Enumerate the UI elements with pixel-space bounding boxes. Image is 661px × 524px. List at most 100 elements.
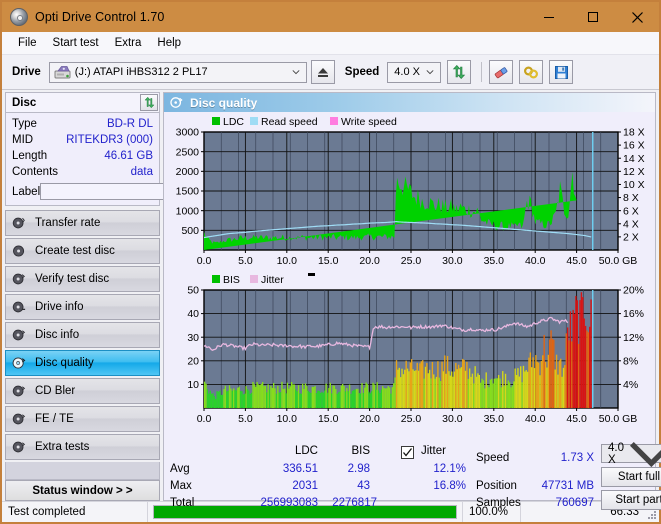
drive-info-icon — [12, 300, 26, 314]
sidebar-item-drive-info[interactable]: Drive info — [5, 294, 160, 320]
disc-type-value: BD-R DL — [106, 118, 153, 130]
svg-text:30.0: 30.0 — [442, 413, 463, 425]
sidebar-item-create-test-disc[interactable]: Create test disc — [5, 238, 160, 264]
disc-refresh-button[interactable] — [140, 94, 158, 111]
window-controls — [527, 2, 659, 32]
speed-select[interactable]: 4.0 X — [387, 61, 442, 83]
stats-row-total: Total — [170, 497, 195, 509]
svg-text:2500: 2500 — [176, 146, 200, 158]
svg-text:BIS: BIS — [223, 274, 240, 286]
disc-info-rows: Type BD-R DL MID RITEKDR3 (000) Length 4… — [6, 113, 212, 205]
disc-row-type: Type BD-R DL — [12, 116, 153, 132]
sidebar-item-transfer-rate[interactable]: Transfer rate — [5, 210, 160, 236]
svg-text:45.0: 45.0 — [566, 255, 587, 267]
stats-col-ldc: LDC — [294, 445, 318, 457]
sidebar-nav: Transfer rate Create test disc Verify te… — [5, 210, 160, 462]
toolbar: Drive (J:) ATAPI iHBS312 2 PL17 Speed 4.… — [2, 55, 659, 90]
drive-label: Drive — [12, 66, 41, 78]
samples-stat-value: 760697 — [555, 497, 594, 509]
jitter-checkbox[interactable] — [401, 446, 414, 459]
disc-row-length: Length 46.61 GB — [12, 148, 153, 164]
start-part-button[interactable]: Start part — [601, 490, 661, 510]
test-speed-select[interactable]: 4.0 X — [601, 442, 661, 468]
page-title: Disc quality — [190, 95, 258, 110]
sidebar-spacer — [5, 462, 160, 480]
svg-text:10: 10 — [187, 379, 199, 391]
menu-start-test[interactable]: Start test — [45, 35, 107, 51]
sidebar: Disc Type BD-R DL MID RITEKDR3 (000) Len… — [5, 92, 212, 501]
disc-panel-title: Disc — [12, 96, 37, 109]
close-icon[interactable] — [615, 2, 659, 32]
stats-jitter-avg: 12.1% — [433, 463, 466, 475]
stats-bis-total: 2276817 — [332, 497, 377, 509]
svg-text:2 X: 2 X — [623, 231, 639, 243]
svg-text:500: 500 — [181, 225, 199, 237]
svg-text:Write speed: Write speed — [341, 116, 397, 128]
sidebar-item-verify-test-disc[interactable]: Verify test disc — [5, 266, 160, 292]
menu-extra[interactable]: Extra — [107, 35, 150, 51]
erase-button[interactable] — [489, 60, 514, 84]
main-panel: Disc quality LDC Read speed Write speed 500… — [163, 92, 661, 510]
sidebar-item-label: Disc quality — [35, 357, 94, 369]
svg-text:40.0: 40.0 — [525, 413, 546, 425]
start-full-button[interactable]: Start full — [601, 467, 661, 487]
stats-bis-max: 43 — [357, 480, 370, 492]
svg-text:40.0: 40.0 — [525, 255, 546, 267]
disc-length-label: Length — [12, 150, 48, 162]
charts-area: LDC Read speed Write speed 500 1000 1500 2000 2… — [164, 112, 655, 442]
sidebar-item-fe-te[interactable]: FE / TE — [5, 406, 160, 432]
disc-label-row: Label — [12, 182, 212, 201]
sidebar-item-cd-bler[interactable]: CD Bler — [5, 378, 160, 404]
status-window-button[interactable]: Status window > > — [5, 480, 160, 501]
svg-text:2000: 2000 — [176, 166, 200, 178]
svg-text:10 X: 10 X — [623, 179, 645, 191]
save-button[interactable] — [549, 60, 574, 84]
disc-label-label: Label — [12, 185, 41, 198]
menu-file[interactable]: File — [10, 35, 45, 51]
svg-text:5.0: 5.0 — [238, 413, 253, 425]
svg-text:18 X: 18 X — [623, 127, 645, 139]
sidebar-item-disc-info[interactable]: Disc info — [5, 322, 160, 348]
sidebar-item-extra-tests[interactable]: Extra tests — [5, 434, 160, 460]
svg-text:35.0: 35.0 — [484, 255, 505, 267]
svg-text:50.0 GB: 50.0 GB — [599, 413, 638, 425]
svg-text:45.0: 45.0 — [566, 413, 587, 425]
svg-text:16 X: 16 X — [623, 140, 645, 152]
disc-row-contents: Contents data — [12, 164, 153, 180]
svg-text:16%: 16% — [623, 308, 644, 320]
svg-text:4 X: 4 X — [623, 218, 639, 230]
maximize-icon[interactable] — [571, 2, 615, 32]
stats-panel: LDC BIS Avg Max Total 336.51 2031 256993… — [164, 442, 661, 514]
refresh-button[interactable] — [447, 60, 472, 84]
tools-button[interactable] — [519, 60, 544, 84]
disc-rate-icon — [12, 216, 26, 230]
disc-mid-value: RITEKDR3 (000) — [66, 134, 153, 146]
body-area: Disc Type BD-R DL MID RITEKDR3 (000) Len… — [2, 90, 661, 510]
svg-text:50.0 GB: 50.0 GB — [599, 255, 638, 267]
svg-text:Jitter: Jitter — [261, 274, 284, 286]
svg-text:50: 50 — [187, 285, 199, 297]
sidebar-item-label: Transfer rate — [35, 217, 101, 229]
sidebar-item-disc-quality[interactable]: Disc quality — [5, 350, 160, 376]
svg-text:20.0: 20.0 — [359, 413, 380, 425]
speed-stat-value: 1.73 X — [560, 452, 594, 464]
main-panel-header: Disc quality — [164, 93, 655, 112]
stats-ldc-total: 256993083 — [260, 497, 318, 509]
app-disc-icon — [10, 8, 28, 26]
svg-text:Read speed: Read speed — [261, 116, 318, 128]
disc-quality-header-icon — [170, 96, 183, 109]
svg-text:1500: 1500 — [176, 186, 200, 198]
svg-text:6 X: 6 X — [623, 205, 639, 217]
drive-select[interactable]: (J:) ATAPI iHBS312 2 PL17 — [48, 61, 307, 83]
drive-icon — [54, 65, 71, 79]
menu-help[interactable]: Help — [149, 35, 189, 51]
minimize-icon[interactable] — [527, 2, 571, 32]
sidebar-item-label: Disc info — [35, 329, 80, 341]
cd-bler-icon — [12, 384, 26, 398]
drive-select-value: (J:) ATAPI iHBS312 2 PL17 — [74, 66, 208, 78]
eject-button[interactable] — [310, 60, 335, 84]
stats-row-avg: Avg — [170, 463, 190, 475]
svg-text:20%: 20% — [623, 285, 644, 297]
svg-text:LDC: LDC — [223, 116, 244, 128]
svg-text:10.0: 10.0 — [277, 255, 298, 267]
